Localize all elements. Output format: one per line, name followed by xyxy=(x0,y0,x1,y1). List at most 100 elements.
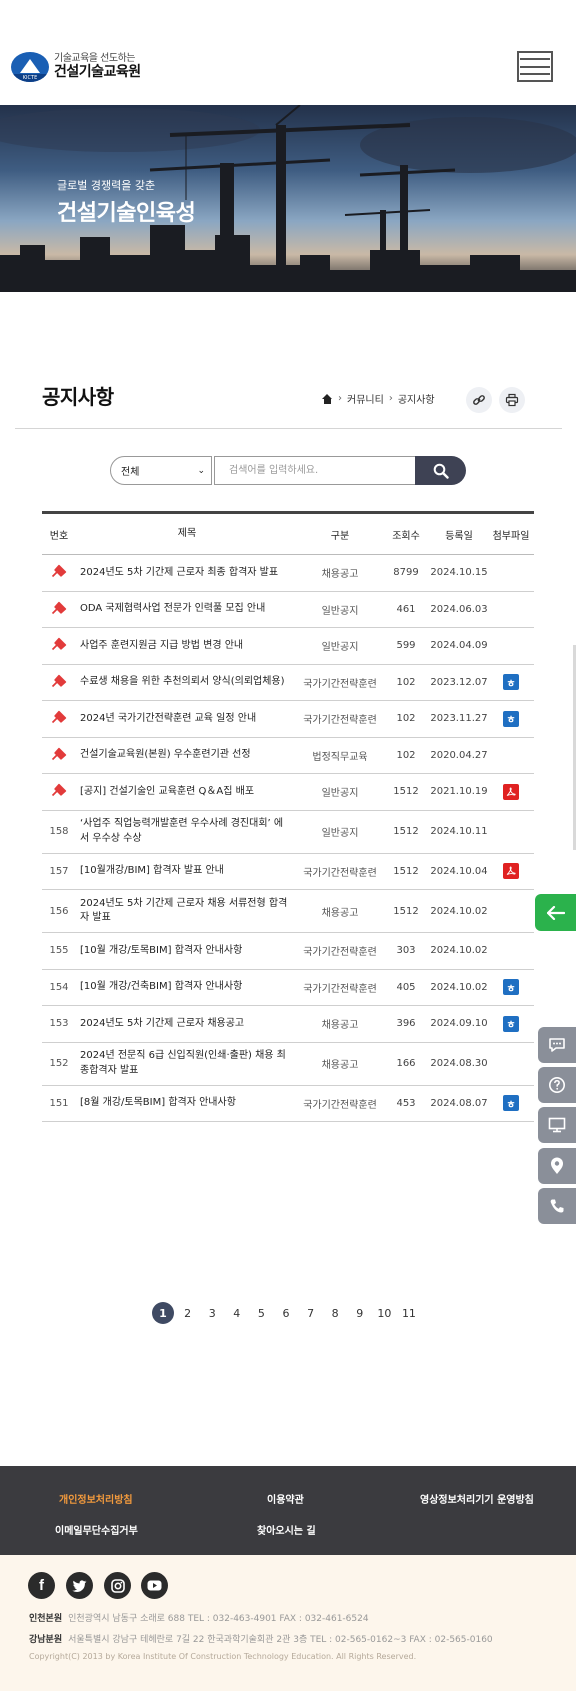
row-views: 1512 xyxy=(393,865,419,877)
site-logo[interactable]: KICTE 기술교육을 선도하는 건설기술교육원 xyxy=(11,52,141,82)
row-title[interactable]: ODA 국제협력사업 전문가 인력풀 모집 안내 xyxy=(76,602,298,617)
footer-link-cctv-policy[interactable]: 영상정보처리기기 운영방침 xyxy=(420,1491,534,1506)
table-row[interactable]: 155 [10월 개강/토목BIM] 합격자 안내사항 국가기간전략훈련 303 202… xyxy=(42,933,534,970)
row-date: 2024.09.10 xyxy=(430,1018,488,1030)
instagram-icon[interactable] xyxy=(104,1572,131,1599)
table-row[interactable]: 2024년 국가기간전략훈련 교육 일정 안내 국가기간전략훈련 102 2023.1… xyxy=(42,701,534,738)
faq-button[interactable] xyxy=(538,1067,576,1103)
page-link[interactable]: 10 xyxy=(373,1302,395,1324)
column-header-title: 제목 xyxy=(177,527,197,539)
row-title[interactable]: 건설기술교육원(본원) 우수훈련기관 선정 xyxy=(76,748,298,763)
logo-name: 건설기술교육원 xyxy=(54,63,141,80)
table-row[interactable]: 154 [10월 개강/건축BIM] 합격자 안내사항 국가기간전략훈련 405 202… xyxy=(42,970,534,1006)
row-title[interactable]: [8월 개강/토목BIM] 합격자 안내사항 xyxy=(76,1096,298,1111)
hamburger-menu-button[interactable] xyxy=(517,51,553,82)
pdf-file-icon[interactable] xyxy=(503,783,519,800)
hwp-file-icon[interactable]: ㅎ xyxy=(503,1095,519,1112)
row-title[interactable]: [10월 개강/건축BIM] 합격자 안내사항 xyxy=(76,980,298,995)
search-category-select[interactable]: 전체 ⌄ xyxy=(110,456,212,485)
table-row[interactable]: 153 2024년도 5차 기간제 근로자 채용공고 채용공고 396 2024.09.… xyxy=(42,1006,534,1043)
chat-bubble-icon xyxy=(549,1038,565,1052)
notice-pin-icon xyxy=(42,674,76,691)
row-date: 2024.10.15 xyxy=(430,567,488,579)
phone-button[interactable] xyxy=(538,1188,576,1224)
hwp-file-icon[interactable]: ㅎ xyxy=(503,979,519,996)
row-category: 국가기간전략훈련 xyxy=(303,1099,377,1111)
back-button[interactable] xyxy=(535,894,576,931)
row-title[interactable]: 2024년도 5차 기간제 근로자 채용 서류전형 합격자 발표 xyxy=(76,897,298,926)
home-icon[interactable] xyxy=(322,393,333,404)
table-row[interactable]: ODA 국제협력사업 전문가 인력풀 모집 안내 일반공지 461 2024.06.0… xyxy=(42,592,534,628)
page-link[interactable]: 7 xyxy=(300,1302,322,1324)
logo-emblem-icon: KICTE xyxy=(11,52,49,82)
row-number: 155 xyxy=(49,945,69,957)
page-link[interactable]: 9 xyxy=(349,1302,371,1324)
hwp-file-icon[interactable]: ㅎ xyxy=(503,1015,519,1032)
page-link[interactable]: 2 xyxy=(177,1302,199,1324)
table-row[interactable]: 152 2024년 전문직 6급 신입직원(인쇄·출판) 채용 최종합격자 발표 채… xyxy=(42,1043,534,1086)
row-category: 국가기간전략훈련 xyxy=(303,867,377,879)
row-title[interactable]: 2024년 국가기간전략훈련 교육 일정 안내 xyxy=(76,712,298,727)
row-title[interactable]: 사업주 훈련지원금 지급 방법 변경 안내 xyxy=(76,639,298,654)
link-icon xyxy=(473,395,485,405)
twitter-icon[interactable] xyxy=(66,1572,93,1599)
footer-link-privacy-policy[interactable]: 개인정보처리방침 xyxy=(59,1491,133,1506)
page-link[interactable]: 1 xyxy=(152,1302,174,1324)
online-lecture-button[interactable] xyxy=(538,1107,576,1143)
column-header-attachment: 첨부파일 xyxy=(492,530,530,542)
page-link[interactable]: 11 xyxy=(398,1302,420,1324)
hwp-file-icon[interactable]: ㅎ xyxy=(503,674,519,691)
title-divider xyxy=(15,428,562,429)
table-row[interactable]: [공지] 건설기술인 교육훈련 Q＆A집 배포 일반공지 1512 2021.10.1… xyxy=(42,774,534,811)
page-link[interactable]: 3 xyxy=(201,1302,223,1324)
row-title[interactable]: [10월개강/BIM] 합격자 발표 안내 xyxy=(76,864,298,879)
row-attachment: ㅎ xyxy=(488,710,534,727)
row-title[interactable]: [공지] 건설기술인 교육훈련 Q＆A집 배포 xyxy=(76,785,298,800)
footer-link-email-refusal[interactable]: 이메일무단수집거부 xyxy=(55,1522,138,1537)
footer-link-terms[interactable]: 이용약관 xyxy=(267,1491,304,1506)
chat-button[interactable] xyxy=(538,1027,576,1063)
table-row[interactable]: 사업주 훈련지원금 지급 방법 변경 안내 일반공지 599 2024.04.09 xyxy=(42,628,534,665)
row-number: 157 xyxy=(49,865,69,877)
pdf-file-icon[interactable] xyxy=(503,863,519,880)
row-number: 151 xyxy=(49,1097,69,1109)
row-date: 2024.08.07 xyxy=(430,1097,488,1109)
youtube-icon[interactable] xyxy=(141,1572,168,1599)
table-row[interactable]: 157 [10월개강/BIM] 합격자 발표 안내 국가기간전략훈련 1512 2024… xyxy=(42,854,534,890)
row-title[interactable]: 2024년도 5차 기간제 근로자 최종 합격자 발표 xyxy=(76,566,298,581)
hwp-file-icon[interactable]: ㅎ xyxy=(503,710,519,727)
row-category: 국가기간전략훈련 xyxy=(303,715,377,727)
table-row[interactable]: 151 [8월 개강/토목BIM] 합격자 안내사항 국가기간전략훈련 453 2024… xyxy=(42,1086,534,1122)
location-button[interactable] xyxy=(538,1148,576,1184)
footer-link-directions[interactable]: 찾아오시는 길 xyxy=(257,1522,316,1537)
page-link[interactable]: 4 xyxy=(226,1302,248,1324)
row-title[interactable]: ‘사업주 직업능력개발훈련 우수사례 경진대회’ 에서 우수상 수상 xyxy=(76,817,298,846)
row-title[interactable]: 2024년도 5차 기간제 근로자 채용공고 xyxy=(76,1017,298,1032)
row-views: 102 xyxy=(396,713,416,725)
table-row[interactable]: 수료생 채용을 위한 추천의뢰서 양식(의뢰업체용) 국가기간전략훈련 102 202… xyxy=(42,665,534,701)
search-button[interactable] xyxy=(415,456,466,485)
hero-title: 건설기술인육성 xyxy=(57,201,196,226)
row-title[interactable]: 수료생 채용을 위한 추천의뢰서 양식(의뢰업체용) xyxy=(76,675,298,690)
share-link-button[interactable] xyxy=(466,387,492,413)
row-title[interactable]: [10월 개강/토목BIM] 합격자 안내사항 xyxy=(76,944,298,959)
row-attachment: ㅎ xyxy=(488,1015,534,1032)
breadcrumb-item-notice[interactable]: 공지사항 xyxy=(398,391,435,406)
table-row[interactable]: 건설기술교육원(본원) 우수훈련기관 선정 법정직무교육 102 2020.04.27 xyxy=(42,738,534,774)
table-row[interactable]: 156 2024년도 5차 기간제 근로자 채용 서류전형 합격자 발표 채용공고 1… xyxy=(42,890,534,933)
breadcrumb-item-community[interactable]: 커뮤니티 xyxy=(347,391,384,406)
search-input[interactable] xyxy=(214,456,416,485)
chevron-down-icon: ⌄ xyxy=(197,465,205,476)
page-link[interactable]: 6 xyxy=(275,1302,297,1324)
page-link[interactable]: 5 xyxy=(250,1302,272,1324)
row-title[interactable]: 2024년 전문직 6급 신입직원(인쇄·출판) 채용 최종합격자 발표 xyxy=(76,1049,298,1078)
row-views: 8799 xyxy=(393,567,419,579)
notice-pin-icon xyxy=(42,783,76,800)
page-link[interactable]: 8 xyxy=(324,1302,346,1324)
row-attachment: ㅎ xyxy=(488,1095,534,1112)
table-row[interactable]: 158 ‘사업주 직업능력개발훈련 우수사례 경진대회’ 에서 우수상 수상 일반공… xyxy=(42,811,534,854)
print-button[interactable] xyxy=(499,387,525,413)
notice-pin-icon xyxy=(42,710,76,727)
facebook-icon[interactable]: f xyxy=(28,1572,55,1599)
table-row[interactable]: 2024년도 5차 기간제 근로자 최종 합격자 발표 채용공고 8799 2024.… xyxy=(42,555,534,592)
